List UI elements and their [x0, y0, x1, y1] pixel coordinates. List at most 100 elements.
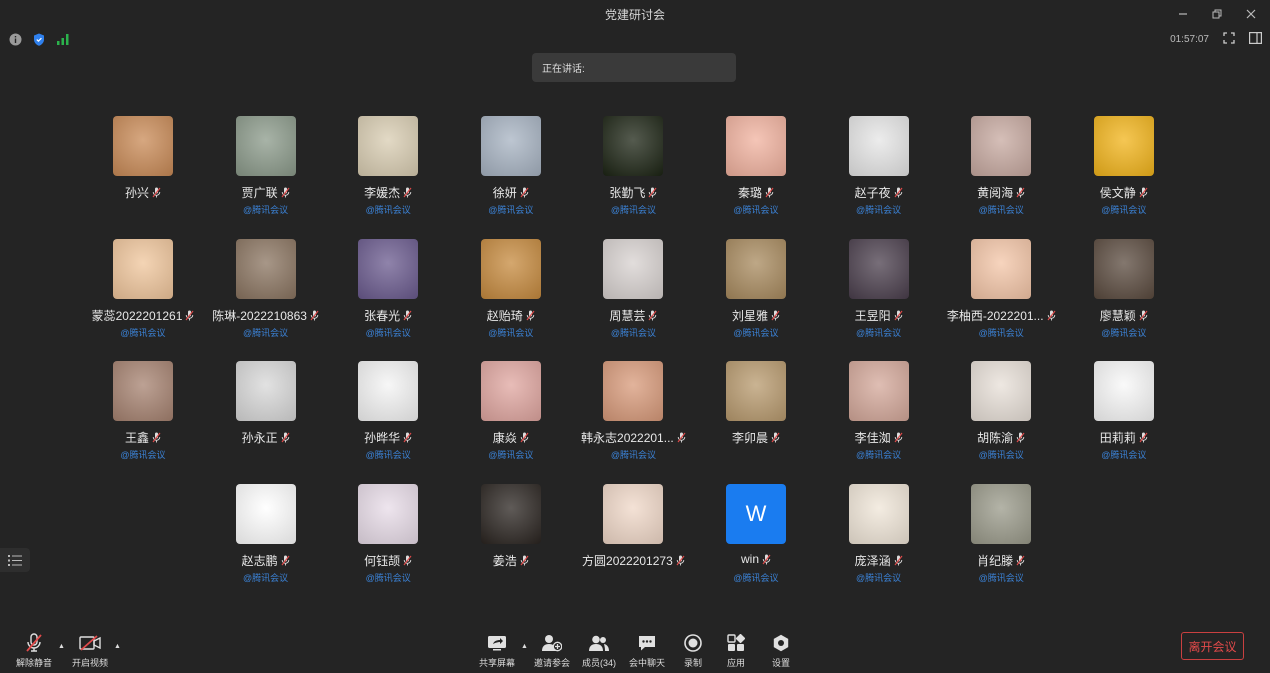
participant-tile[interactable]: 王昱阳 @腾讯会议 [818, 238, 940, 339]
participant-avatar [480, 238, 541, 299]
participant-avatar [480, 361, 541, 422]
participant-name: 赵子夜 [854, 186, 891, 200]
signal-strength-icon[interactable] [56, 32, 70, 46]
members-icon [573, 632, 625, 654]
participant-name-row: 刘星雅 [695, 307, 817, 324]
participant-tile[interactable]: 何钰颉 @腾讯会议 [327, 484, 449, 584]
participant-tile[interactable]: 姜浩 [450, 484, 572, 584]
layout-list-button[interactable] [0, 548, 30, 572]
participant-tile[interactable]: 徐妍 @腾讯会议 [450, 116, 572, 216]
participant-tile[interactable]: 陈琳-2022210863 @腾讯会议 [205, 238, 327, 339]
share-screen-label: 共享屏幕 [478, 658, 515, 668]
participant-tile[interactable]: 贾广联 @腾讯会议 [205, 116, 327, 216]
participant-avatar [603, 361, 664, 422]
mic-muted-icon [1016, 555, 1025, 566]
participant-tile[interactable]: Wwin @腾讯会议 [695, 484, 817, 584]
participant-org: @腾讯会议 [365, 205, 411, 215]
start-video-button[interactable]: 开启视频 [64, 632, 116, 669]
mic-muted-icon [1047, 310, 1055, 321]
participant-name-row: 陈琳-2022210863 [205, 307, 327, 324]
unmute-label: 解除静音 [15, 658, 52, 668]
participant-avatar [113, 238, 173, 299]
participant-tile[interactable]: 孙兴 [82, 116, 204, 216]
participant-tile[interactable]: 李卯晨 [695, 361, 817, 461]
meeting-status-icons [8, 32, 70, 46]
participant-name-row: 王昱阳 [818, 307, 940, 324]
participant-name: 王昱阳 [854, 308, 891, 323]
participant-avatar [971, 238, 1032, 299]
participant-tile[interactable]: 肖纪滕 @腾讯会议 [940, 484, 1062, 584]
unmute-button[interactable]: 解除静音 [8, 632, 60, 669]
mic-muted-icon [762, 554, 771, 565]
participant-tile[interactable]: 张勤飞 @腾讯会议 [572, 116, 694, 216]
participant-tile[interactable]: 刘星雅 @腾讯会议 [695, 238, 817, 339]
participant-name-row: 李卯晨 [695, 429, 817, 446]
chat-button[interactable]: 会中聊天 [621, 632, 673, 669]
participant-tile[interactable]: 赵贻琦 @腾讯会议 [450, 238, 572, 339]
participant-tile[interactable]: 庞泽涵 @腾讯会议 [818, 484, 940, 584]
mic-muted-icon [894, 187, 903, 198]
participant-tile[interactable]: 方圆2022201273 [572, 484, 694, 584]
participant-name: 李媛杰 [364, 186, 401, 200]
mic-muted-icon [403, 555, 412, 566]
members-button[interactable]: 成员(34) [573, 632, 625, 669]
participant-name-row: 胡陈渝 [940, 429, 1062, 446]
participant-name: 蒙蕊2022201261 [91, 308, 183, 323]
participant-name: 李卯晨 [731, 431, 768, 446]
settings-icon [755, 632, 807, 654]
participant-tile[interactable]: 周慧芸 @腾讯会议 [572, 238, 694, 339]
leave-meeting-button[interactable]: 离开会议 [1181, 632, 1244, 660]
video-off-icon [64, 632, 116, 654]
participant-name: 周慧芸 [609, 308, 646, 323]
participant-tile[interactable]: 韩永志2022201... @腾讯会议 [572, 361, 694, 461]
participant-tile[interactable]: 侯文静 @腾讯会议 [1063, 116, 1185, 216]
info-icon[interactable] [8, 32, 22, 46]
participant-avatar [1093, 361, 1154, 422]
participant-avatar [848, 238, 909, 299]
participant-avatar [971, 116, 1032, 176]
participant-tile[interactable]: 廖慧颖 @腾讯会议 [1063, 238, 1185, 339]
participant-tile[interactable]: 赵子夜 @腾讯会议 [818, 116, 940, 216]
participant-name-row: 赵志鹏 [205, 552, 327, 569]
participant-tile[interactable]: 蒙蕊2022201261 @腾讯会议 [82, 238, 204, 339]
participant-tile[interactable]: 李柚西-2022201... @腾讯会议 [940, 238, 1062, 339]
participant-tile[interactable]: 黄阅海 @腾讯会议 [940, 116, 1062, 216]
security-shield-icon[interactable] [32, 32, 46, 46]
participant-org: @腾讯会议 [610, 327, 656, 338]
participant-org: @腾讯会议 [856, 327, 902, 338]
participant-tile[interactable]: 孙永正 [205, 361, 327, 461]
participant-name: 庞泽涵 [854, 554, 891, 569]
participant-tile[interactable]: 王鑫 @腾讯会议 [82, 361, 204, 461]
restore-icon[interactable] [1206, 3, 1228, 25]
speaking-label: 正在讲话: [542, 64, 585, 75]
participant-avatar [726, 238, 786, 299]
mic-muted-icon [676, 555, 685, 566]
participant-tile[interactable]: 康焱 @腾讯会议 [450, 361, 572, 461]
participant-tile[interactable]: 田莉莉 @腾讯会议 [1063, 361, 1185, 461]
participant-tile[interactable]: 胡陈渝 @腾讯会议 [940, 361, 1062, 461]
participant-tile[interactable]: 孙晔华 @腾讯会议 [327, 361, 449, 461]
participant-tile[interactable]: 李媛杰 @腾讯会议 [327, 116, 449, 216]
sidebar-toggle-icon[interactable] [1249, 32, 1263, 47]
fullscreen-icon[interactable] [1223, 32, 1235, 47]
mic-muted-icon [1016, 187, 1025, 198]
participant-tile[interactable]: 赵志鹏 @腾讯会议 [205, 484, 327, 584]
share-screen-button[interactable]: 共享屏幕 [471, 632, 523, 669]
close-icon[interactable] [1240, 3, 1262, 25]
invite-button[interactable]: 邀请参会 [526, 632, 578, 669]
settings-button[interactable]: 设置 [755, 632, 807, 669]
participant-tile[interactable]: 秦璐 @腾讯会议 [695, 116, 817, 216]
mic-muted-icon [8, 632, 60, 654]
minimize-icon[interactable] [1172, 3, 1194, 25]
participant-org: @腾讯会议 [856, 573, 902, 584]
participant-avatar [235, 238, 296, 299]
participant-name: 韩永志2022201... [581, 431, 674, 446]
participant-name: 秦璐 [737, 186, 762, 200]
participant-tile[interactable]: 张春光 @腾讯会议 [327, 238, 449, 339]
participant-name-row: 黄阅海 [940, 184, 1062, 201]
mic-muted-icon [520, 187, 529, 198]
participant-tile[interactable]: 李佳洳 @腾讯会议 [818, 361, 940, 461]
participant-name: 张春光 [364, 308, 401, 323]
mic-muted-icon [894, 432, 903, 443]
video-options-caret[interactable]: ▲ [114, 643, 121, 650]
